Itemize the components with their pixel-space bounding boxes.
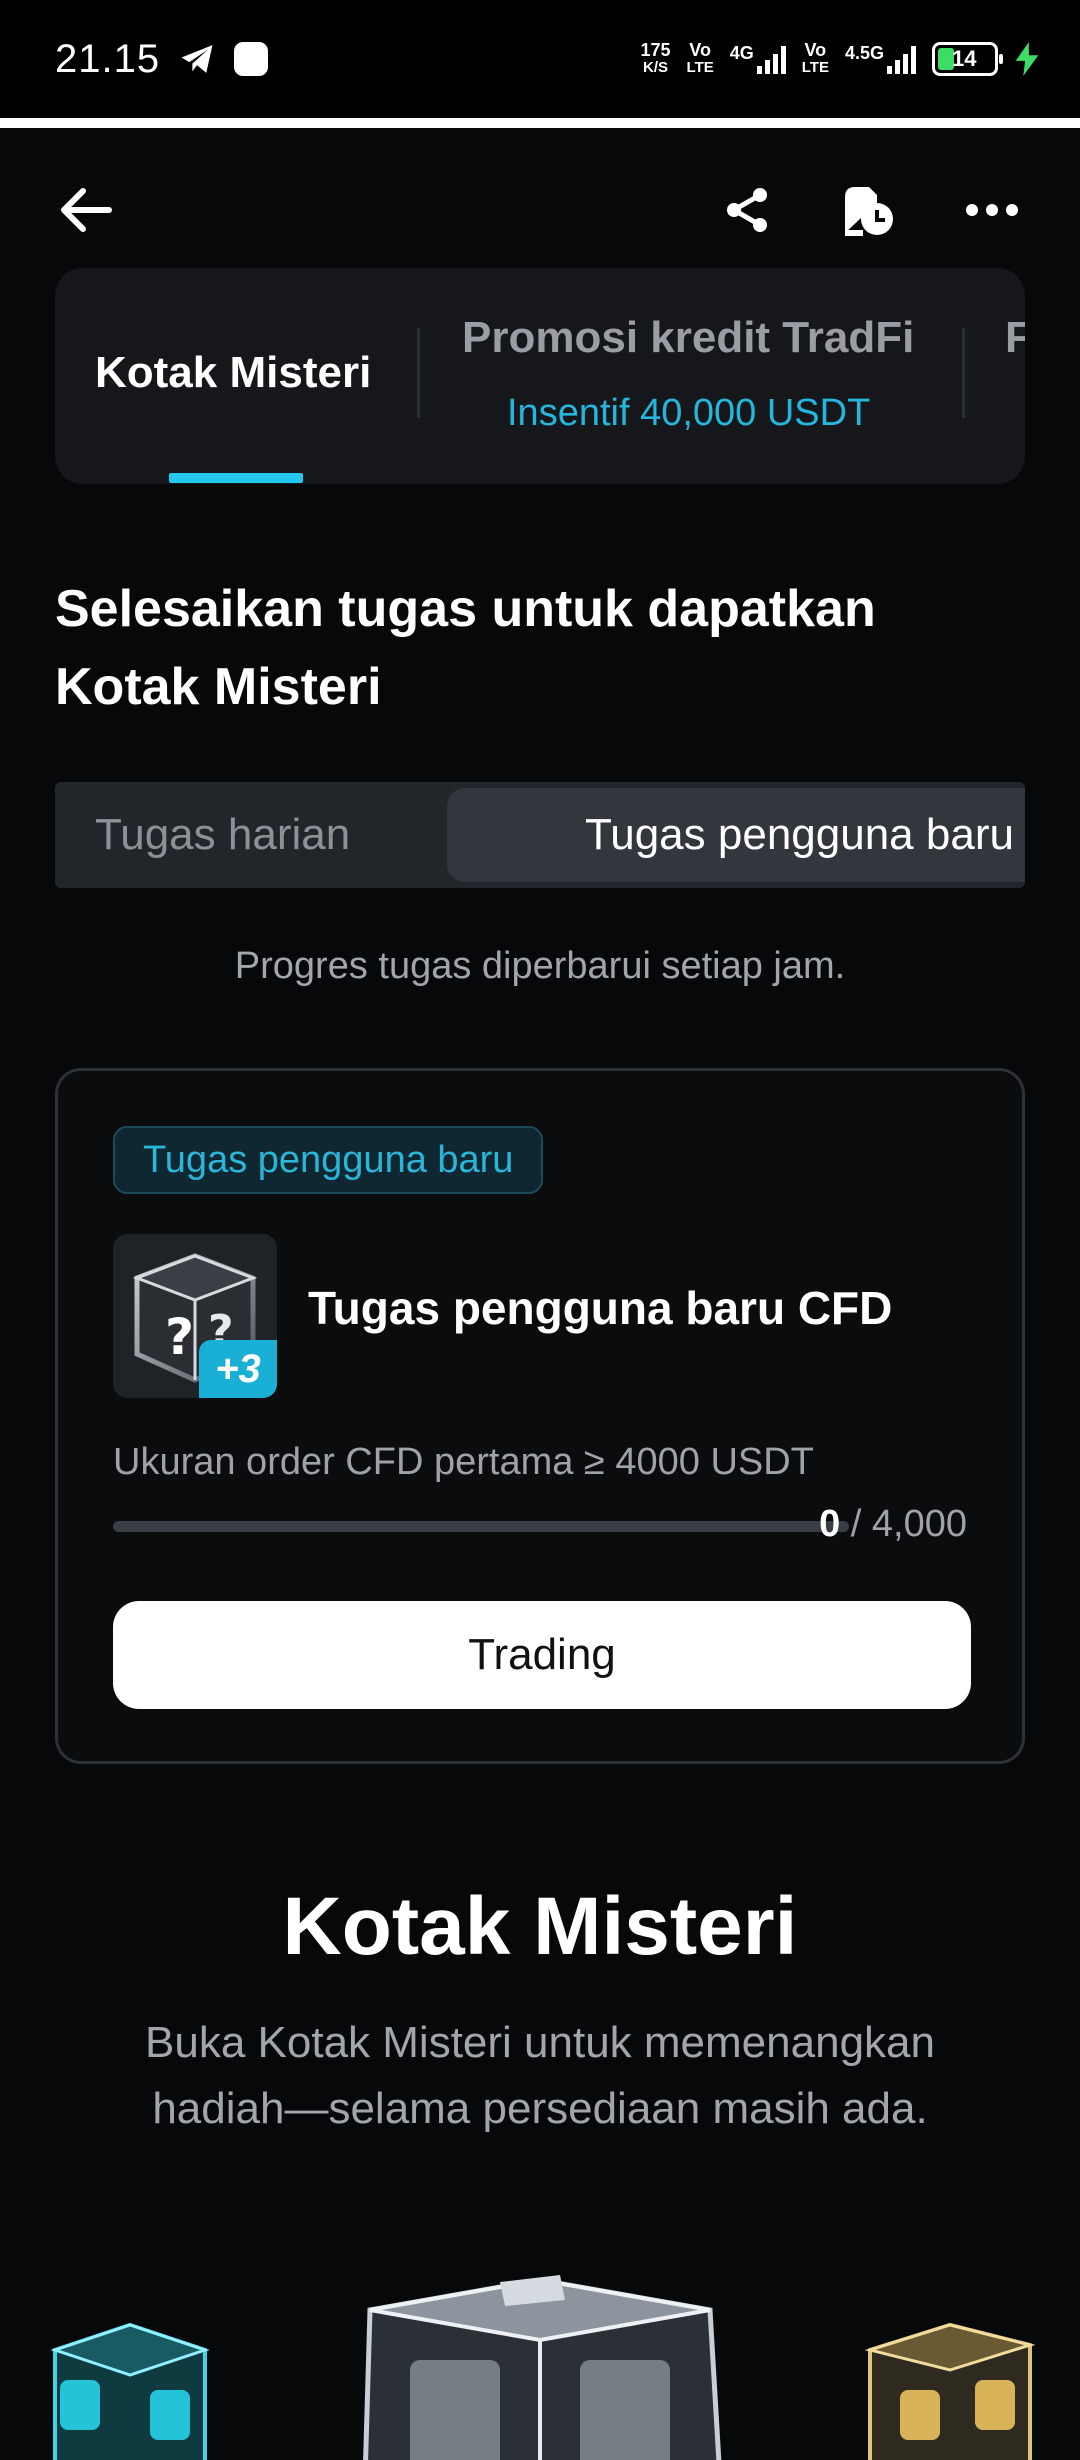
section-heading: Selesaikan tugas untuk dapatkan Kotak Mi…: [55, 580, 876, 716]
tab-kotak-misteri[interactable]: Kotak Misteri: [95, 348, 371, 398]
sim2-volte: Vo LTE: [801, 40, 829, 76]
tab-divider: [417, 328, 420, 418]
active-tab-indicator: [169, 473, 303, 483]
signal-icon: 4G: [730, 44, 786, 74]
trading-button[interactable]: Trading: [113, 1601, 971, 1709]
mystery-box-subtitle: Buka Kotak Misteri untuk memenangkan had…: [145, 2018, 935, 2133]
back-arrow-icon: [61, 188, 112, 232]
update-note: Progres tugas diperbarui setiap jam.: [234, 945, 846, 987]
task-requirement: Ukuran order CFD pertama ≥ 4000 USDT: [113, 1441, 814, 1483]
sim1-volte: Vo LTE: [686, 40, 714, 76]
svg-text:?: ?: [165, 1308, 194, 1366]
box-count-badge: +3: [199, 1340, 277, 1398]
status-bar: 21.15 175 K/S Vo LTE 4G Vo LTE 4.5G 14: [0, 0, 1080, 118]
progress-target: / 4,000: [850, 1503, 967, 1545]
task-progress-bar: [113, 1521, 849, 1532]
mystery-box-title: Kotak Misteri: [282, 1881, 798, 1972]
progress-current: 0: [819, 1503, 841, 1545]
clock: 21.15: [55, 36, 161, 81]
gold-mystery-box-icon: [864, 2322, 1036, 2460]
task-progress-count: 0 / 4,000: [819, 1503, 967, 1546]
mystery-box-thumbnail: ? ? +3: [113, 1234, 277, 1398]
mystery-box-carousel[interactable]: [0, 2240, 1080, 2460]
silver-mystery-box-icon: [363, 2275, 722, 2460]
battery-icon: 14: [932, 42, 1003, 76]
charging-icon: [1015, 42, 1039, 76]
more-icon: [966, 204, 1018, 216]
more-button[interactable]: [952, 170, 1032, 250]
task-card: Tugas pengguna baru ? ? +3 Tugas penggun…: [55, 1068, 1025, 1764]
segment-daily-tasks[interactable]: Tugas harian: [95, 810, 350, 860]
app-notification-icon: [234, 42, 269, 76]
segment-new-user-tasks[interactable]: Tugas pengguna baru: [447, 788, 1025, 882]
teal-mystery-box-icon: [50, 2322, 210, 2460]
history-icon: [845, 187, 893, 236]
mystery-box-images: [50, 2275, 1036, 2460]
signal-icon-2: 4.5G: [845, 44, 916, 74]
history-button[interactable]: [828, 170, 908, 250]
tab-promosi-title: Promosi kredit TradFi: [462, 313, 915, 362]
share-button[interactable]: [708, 170, 788, 250]
telegram-icon: [181, 45, 213, 73]
back-button[interactable]: [46, 170, 126, 250]
task-title: Tugas pengguna baru CFD: [308, 1282, 893, 1334]
share-icon: [727, 188, 767, 232]
tab-promosi-subtitle: Insentif 40,000 USDT: [507, 392, 871, 434]
net-speed: 175 K/S: [640, 40, 671, 76]
nav-bar: [0, 170, 1080, 250]
tab-next-partial[interactable]: F: [1005, 313, 1025, 363]
task-category-badge: Tugas pengguna baru: [113, 1126, 544, 1194]
task-type-segment: Tugas harian Tugas pengguna baru: [55, 782, 1025, 888]
promo-tabs: Kotak Misteri Promosi kredit TradFi Inse…: [55, 268, 1025, 484]
status-divider: [0, 118, 1080, 128]
tab-divider: [962, 328, 965, 418]
